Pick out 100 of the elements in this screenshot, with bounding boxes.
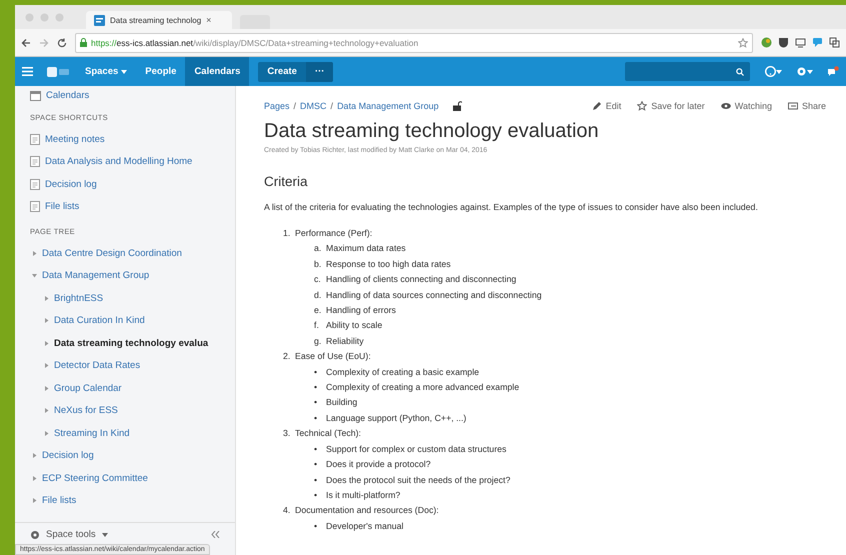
share-button[interactable]: Share bbox=[788, 101, 826, 111]
collapsed-caret-icon[interactable] bbox=[32, 453, 37, 458]
list-item: Support for complex or custom data structures bbox=[326, 442, 506, 456]
list-item: Ability to scale bbox=[326, 319, 382, 332]
document-icon bbox=[30, 156, 40, 168]
page-tree-link[interactable]: File lists bbox=[42, 495, 76, 506]
list-marker: g. bbox=[314, 334, 322, 348]
collapsed-caret-icon[interactable] bbox=[32, 476, 37, 481]
browser-tab[interactable]: Data streaming technolog × bbox=[86, 11, 232, 29]
breadcrumb-link[interactable]: DMSC bbox=[300, 101, 327, 111]
caret-icon bbox=[102, 532, 108, 536]
shield-icon[interactable] bbox=[778, 37, 789, 48]
lock-icon bbox=[80, 38, 87, 47]
page-tree-link[interactable]: Detector Data Rates bbox=[54, 360, 140, 372]
collapsed-caret-icon[interactable] bbox=[44, 296, 49, 301]
pencil-icon bbox=[592, 101, 602, 111]
search-field[interactable] bbox=[625, 62, 750, 81]
list-item: Handling of errors bbox=[326, 304, 396, 318]
breadcrumb-link[interactable]: Pages bbox=[264, 101, 290, 111]
tab-title: Data streaming technolog bbox=[110, 16, 202, 24]
list-item: Maximum data rates bbox=[326, 242, 406, 256]
tab-close-button[interactable]: × bbox=[206, 15, 224, 25]
list-item: Technical (Tech): bbox=[295, 427, 362, 440]
caret-icon bbox=[121, 70, 128, 74]
collapsed-caret-icon[interactable] bbox=[44, 408, 49, 414]
collapsed-caret-icon[interactable] bbox=[32, 250, 37, 256]
calendar-icon bbox=[30, 90, 41, 100]
page-tree-link[interactable]: Data Curation In Kind bbox=[54, 315, 145, 326]
address-bar[interactable]: https://ess-ics.atlassian.net/wiki/display/DMSC/Data+streaming+technology+evaluation bbox=[75, 32, 753, 52]
nav-item[interactable]: Spaces bbox=[76, 57, 136, 86]
eye-icon bbox=[720, 101, 731, 111]
list-item: Handling of data sources connecting and disconnecting bbox=[326, 288, 542, 302]
star-icon[interactable] bbox=[738, 38, 748, 48]
section-heading: Criteria bbox=[264, 174, 309, 189]
list-item: Complexity of creating a basic example bbox=[326, 366, 480, 379]
collapsed-caret-icon[interactable] bbox=[44, 430, 49, 436]
collapsed-caret-icon[interactable] bbox=[44, 318, 49, 324]
list-marker: b. bbox=[314, 258, 322, 271]
more-button[interactable]: ··· bbox=[306, 62, 334, 82]
list-item: Complexity of creating a more advanced example bbox=[326, 381, 520, 394]
breadcrumb-separator: / bbox=[330, 101, 334, 111]
create-button[interactable]: Create bbox=[258, 62, 306, 82]
monitor-icon[interactable] bbox=[795, 37, 806, 48]
page-title: Data streaming technology evaluation bbox=[264, 120, 600, 143]
list-marker: • bbox=[314, 442, 318, 456]
page-tree-link[interactable]: ECP Steering Committee bbox=[42, 472, 148, 484]
page-tree-link[interactable]: Decision log bbox=[42, 450, 94, 462]
page-icon bbox=[94, 14, 105, 26]
list-item: Handling of clients connecting and disconnecting bbox=[326, 273, 516, 286]
back-icon[interactable] bbox=[21, 38, 31, 48]
expanded-caret-icon[interactable] bbox=[32, 273, 37, 278]
edit-button[interactable]: Edit bbox=[592, 101, 622, 111]
shortcut-link[interactable]: Decision log bbox=[45, 178, 97, 190]
forward-icon[interactable] bbox=[39, 38, 49, 48]
unlock-icon[interactable] bbox=[452, 101, 462, 111]
list-item: Does the protocol suit the needs of the project? bbox=[326, 474, 510, 487]
chat-icon[interactable] bbox=[812, 37, 823, 48]
notification-icon[interactable] bbox=[827, 66, 839, 78]
list-number: 2. bbox=[283, 350, 292, 364]
sidebar-link[interactable]: Calendars bbox=[46, 90, 90, 100]
list-marker: a. bbox=[314, 242, 322, 256]
page-tree-link[interactable]: Data streaming technology evalua bbox=[54, 338, 208, 349]
caret-icon bbox=[807, 70, 813, 74]
collapsed-caret-icon[interactable] bbox=[44, 340, 49, 346]
save-button[interactable]: Save for later bbox=[637, 101, 705, 111]
document-icon bbox=[30, 201, 40, 212]
list-marker: • bbox=[314, 412, 318, 425]
page-tree-link[interactable]: Data Centre Design Coordination bbox=[42, 248, 182, 259]
nav-item[interactable]: Calendars bbox=[185, 57, 250, 86]
page-tree-link[interactable]: BrightnESS bbox=[54, 292, 104, 304]
shortcut-link[interactable]: Data Analysis and Modelling Home bbox=[45, 156, 192, 168]
nav-item[interactable]: People bbox=[136, 57, 186, 86]
watch-button[interactable]: Watching bbox=[720, 101, 772, 111]
collapsed-caret-icon[interactable] bbox=[44, 363, 49, 368]
list-item: Response to too high data rates bbox=[326, 258, 451, 271]
collapsed-caret-icon[interactable] bbox=[32, 498, 37, 504]
list-number: 3. bbox=[283, 427, 292, 440]
settings-icon bbox=[796, 66, 807, 77]
list-marker: • bbox=[314, 474, 318, 486]
shortcut-link[interactable]: File lists bbox=[45, 201, 80, 212]
reload-icon[interactable] bbox=[57, 38, 67, 48]
page-tree-link[interactable]: Streaming In Kind bbox=[54, 428, 130, 439]
breadcrumb-link[interactable]: Data Management Group bbox=[337, 101, 439, 111]
list-number: 4. bbox=[283, 504, 292, 518]
shortcut-link[interactable]: Meeting notes bbox=[45, 134, 105, 145]
collapsed-caret-icon[interactable] bbox=[44, 386, 49, 391]
list-marker: f. bbox=[314, 319, 320, 332]
page-tree-link[interactable]: Group Calendar bbox=[54, 382, 122, 394]
list-marker: • bbox=[314, 458, 318, 472]
space-tools-button[interactable]: Space tools bbox=[46, 529, 96, 540]
list-item: Developer's manual bbox=[326, 520, 404, 533]
logo-icon[interactable] bbox=[47, 66, 69, 76]
menu-icon[interactable] bbox=[22, 67, 33, 76]
collapse-icon[interactable] bbox=[211, 531, 220, 538]
page-tree-link[interactable]: NeXus for ESS bbox=[54, 405, 118, 416]
list-marker: • bbox=[314, 396, 318, 410]
page-tree-link[interactable]: Data Management Group bbox=[42, 270, 150, 282]
list-item: Documentation and resources (Doc): bbox=[295, 504, 439, 518]
list-marker: • bbox=[314, 520, 318, 533]
layers-icon[interactable] bbox=[829, 37, 840, 48]
